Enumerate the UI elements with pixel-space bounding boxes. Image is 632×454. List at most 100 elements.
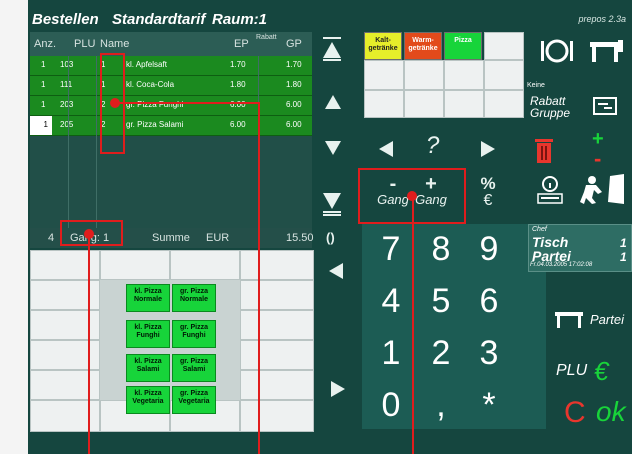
- key-comma[interactable]: ,: [418, 382, 464, 428]
- category-warmgetraenke-button[interactable]: Warm-getränke: [404, 32, 442, 60]
- product-button[interactable]: kl. Pizza Normale: [126, 284, 170, 312]
- category-empty-slot[interactable]: [484, 32, 524, 60]
- receipt-icon[interactable]: [592, 96, 618, 121]
- table-number: 1: [620, 236, 627, 250]
- table-row[interactable]: 1 111 1 kl. Coca-Cola 1.80 1.80: [30, 76, 312, 96]
- annotation-line: [258, 102, 260, 454]
- category-empty-slot[interactable]: [364, 90, 404, 118]
- info-keyboard-icon[interactable]: [536, 176, 564, 209]
- product-button[interactable]: kl. Pizza Vegetaria: [126, 386, 170, 414]
- help-question-icon[interactable]: ?: [426, 132, 439, 160]
- key-2[interactable]: 2: [418, 330, 464, 376]
- row-anz: 1: [41, 80, 46, 89]
- row-plu: 111: [60, 80, 73, 89]
- row-plu: 103: [60, 60, 74, 69]
- quantity-minus-button[interactable]: -: [594, 146, 601, 172]
- product-button[interactable]: gr. Pizza Normale: [172, 284, 216, 312]
- table-header: Anz. PLU Name EP Rabatt GP: [30, 32, 312, 56]
- rabatt-gruppe-label[interactable]: Gruppe: [530, 106, 570, 120]
- category-empty-slot[interactable]: [444, 90, 484, 118]
- product-button[interactable]: kl. Pizza Salami: [126, 354, 170, 382]
- category-empty-slot[interactable]: [404, 60, 444, 90]
- row-ep: 6.00: [230, 120, 246, 129]
- category-empty-slot[interactable]: [484, 90, 524, 118]
- key-multiply[interactable]: *: [466, 382, 512, 428]
- row-plu: 205: [60, 120, 74, 129]
- category-empty-slot[interactable]: [444, 60, 484, 90]
- summary-count: 4: [48, 232, 55, 244]
- party-button[interactable]: Partei: [590, 312, 624, 327]
- product-button[interactable]: gr. Pizza Salami: [172, 354, 216, 382]
- row-gp: 1.70: [286, 60, 302, 69]
- summary-currency: EUR: [206, 232, 230, 244]
- exit-icon[interactable]: [580, 174, 626, 209]
- category-empty-slot[interactable]: [364, 60, 404, 90]
- key-7[interactable]: 7: [368, 226, 414, 272]
- percent-euro-button[interactable]: % €: [476, 175, 500, 210]
- row-ep: 1.80: [230, 80, 246, 89]
- left-arrow-icon[interactable]: [378, 140, 394, 158]
- annotation-dot: [84, 229, 94, 239]
- key-5[interactable]: 5: [418, 278, 464, 324]
- table-row[interactable]: 1 103 1 kl. Apfelsaft 1.70 1.70: [30, 56, 312, 76]
- category-kaltgetraenke-button[interactable]: Kalt-getränke: [364, 32, 402, 60]
- annotation-dot: [407, 191, 417, 201]
- category-empty-slot[interactable]: [484, 60, 524, 90]
- window-left-margin: [0, 0, 28, 454]
- pay-euro-button[interactable]: €: [594, 356, 608, 387]
- product-slot-empty[interactable]: [170, 250, 240, 280]
- right-page-arrow-icon[interactable]: [330, 380, 346, 398]
- product-slot-empty[interactable]: [240, 310, 314, 340]
- paren-icon[interactable]: (): [326, 230, 335, 245]
- table-service-icon[interactable]: [540, 38, 574, 69]
- category-empty-slot[interactable]: [404, 90, 444, 118]
- key-1[interactable]: 1: [368, 330, 414, 376]
- table-row-selected[interactable]: 1 205 2 gr. Pizza Salami 6.00 6.00: [30, 116, 312, 136]
- down-arrow-icon[interactable]: [324, 140, 342, 156]
- key-9[interactable]: 9: [466, 226, 512, 272]
- up-arrow-icon[interactable]: [324, 94, 342, 110]
- table-row[interactable]: 1 203 2 gr. Pizza Funghi 6.00 6.00: [30, 96, 312, 116]
- key-3[interactable]: 3: [466, 330, 512, 376]
- ok-button[interactable]: ok: [596, 396, 626, 428]
- col-gp: GP: [286, 38, 302, 50]
- product-slot-empty[interactable]: [240, 370, 314, 400]
- row-name: kl. Coca-Cola: [126, 80, 175, 89]
- col-ep: EP: [234, 38, 249, 50]
- product-slot-empty[interactable]: [240, 400, 314, 432]
- first-item-icon[interactable]: [322, 36, 342, 62]
- annotation-line: [112, 102, 260, 104]
- product-button[interactable]: gr. Pizza Vegetaria: [172, 386, 216, 414]
- category-pizza-button[interactable]: Pizza: [444, 32, 482, 60]
- cancel-button[interactable]: C: [564, 396, 586, 430]
- annotation-line: [88, 234, 90, 454]
- left-page-arrow-icon[interactable]: [328, 262, 344, 280]
- summary-label: Summe: [152, 232, 190, 244]
- plu-button[interactable]: PLU: [556, 362, 587, 380]
- col-anz: Anz.: [34, 38, 57, 50]
- mode-title: Bestellen: [32, 11, 99, 28]
- col-plu: PLU: [74, 38, 96, 50]
- product-slot-empty[interactable]: [240, 250, 314, 280]
- key-6[interactable]: 6: [466, 278, 512, 324]
- col-rabatt: Rabatt: [256, 34, 277, 41]
- row-name: gr. Pizza Salami: [126, 120, 184, 129]
- product-button[interactable]: kl. Pizza Funghi: [126, 320, 170, 348]
- trash-icon[interactable]: [534, 138, 554, 169]
- right-arrow-icon[interactable]: [480, 140, 496, 158]
- datetime-label: Fr.04.03.2005 17:02:08: [530, 262, 593, 268]
- order-table: Anz. PLU Name EP Rabatt GP 1 103 1 kl. A…: [30, 32, 312, 228]
- row-anz: 1: [41, 60, 46, 69]
- key-0[interactable]: 0: [368, 382, 414, 428]
- table-icon[interactable]: [588, 40, 624, 67]
- key-8[interactable]: 8: [418, 226, 464, 272]
- product-slot-empty[interactable]: [240, 340, 314, 370]
- key-4[interactable]: 4: [368, 278, 414, 324]
- col-name: Name: [100, 38, 130, 50]
- product-slot-empty[interactable]: [100, 250, 170, 280]
- room-title: Raum:1: [212, 11, 268, 28]
- party-table-icon[interactable]: [554, 310, 584, 333]
- product-button[interactable]: gr. Pizza Funghi: [172, 320, 216, 348]
- product-slot-empty[interactable]: [240, 280, 314, 310]
- last-item-icon[interactable]: [322, 190, 342, 216]
